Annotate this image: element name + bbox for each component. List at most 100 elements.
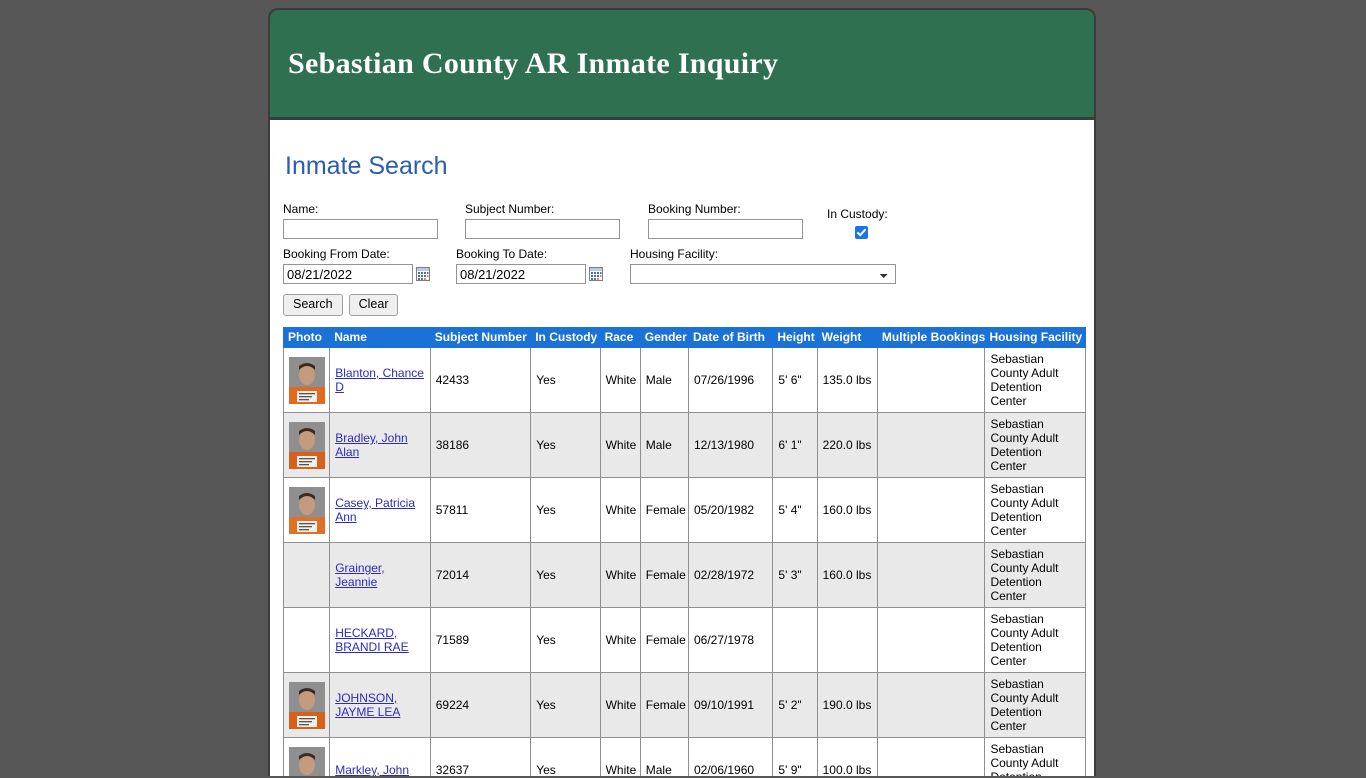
subject-number-field-block: Subject Number:	[465, 203, 620, 239]
inmate-name-link[interactable]: Grainger, Jeannie	[335, 561, 384, 589]
inmate-multiple-bookings-cell	[876, 542, 986, 608]
inmate-name-cell: JOHNSON, JAYME LEA	[329, 672, 431, 738]
inmate-in-custody-cell: Yes	[530, 542, 601, 608]
inmate-subject-number-cell: 71589	[429, 607, 532, 673]
column-header-weight[interactable]: Weight	[816, 327, 878, 348]
site-header: Sebastian County AR Inmate Inquiry	[268, 8, 1096, 120]
search-input-booking-to-date[interactable]	[456, 264, 586, 284]
search-field-row-1: Name: Subject Number: Booking Number: In…	[283, 203, 1094, 239]
inmate-housing-facility-cell: Sebastian County Adult Detention Center	[984, 347, 1086, 413]
inmate-subject-number-cell: 72014	[429, 542, 532, 608]
inmate-date-of-birth-cell: 02/06/1960	[687, 737, 774, 776]
column-header-name[interactable]: Name	[329, 327, 431, 348]
results-table-wrap: Photo Name Subject Number In Custody Rac…	[270, 316, 1094, 776]
search-input-booking-from-date[interactable]	[283, 264, 413, 284]
inmate-gender-cell: Male	[639, 412, 689, 478]
inmate-race-cell: White	[599, 607, 641, 673]
inmate-photo-cell[interactable]	[282, 477, 331, 543]
inmate-multiple-bookings-cell	[876, 412, 986, 478]
inmate-name-link[interactable]: JOHNSON, JAYME LEA	[335, 691, 400, 719]
column-header-photo[interactable]: Photo	[282, 327, 331, 348]
calendar-icon[interactable]	[589, 267, 603, 281]
inmate-weight-cell	[816, 607, 878, 673]
column-header-race[interactable]: Race	[599, 327, 641, 348]
search-input-name[interactable]	[283, 219, 438, 239]
search-button[interactable]: Search	[283, 294, 343, 316]
booking-to-date-label: Booking To Date:	[456, 247, 548, 261]
in-custody-checkbox[interactable]	[855, 226, 868, 239]
housing-facility-field-block: Housing Facility:	[630, 248, 896, 284]
inmate-gender-cell: Male	[639, 347, 689, 413]
booking-to-date-wrap	[456, 264, 603, 284]
column-header-gender[interactable]: Gender	[639, 327, 689, 348]
inmate-name-link[interactable]: Markley, John	[335, 763, 409, 776]
inmate-gender-cell: Male	[639, 737, 689, 776]
inmate-height-cell: 5' 9"	[772, 737, 818, 776]
table-row: Blanton, Chance D 42433 Yes White Male 07/26/…	[282, 347, 1086, 413]
inmate-multiple-bookings-cell	[876, 737, 986, 776]
inmate-gender-cell: Female	[639, 542, 689, 608]
inmate-name-cell: HECKARD, BRANDI RAE	[329, 607, 431, 673]
column-header-height[interactable]: Height	[772, 327, 818, 348]
inmate-height-cell: 5' 3"	[772, 542, 818, 608]
page-title: Sebastian County AR Inmate Inquiry	[288, 46, 779, 80]
inmate-photo-cell[interactable]	[282, 737, 331, 776]
inmate-name-cell: Bradley, John Alan	[329, 412, 431, 478]
in-custody-label: In Custody:	[827, 207, 888, 221]
column-header-housing-facility[interactable]: Housing Facility	[984, 327, 1086, 348]
inmate-height-cell	[772, 607, 818, 673]
table-row: JOHNSON, JAYME LEA 69224 Yes White Female 09/…	[282, 672, 1086, 738]
column-header-in-custody[interactable]: In Custody	[530, 327, 601, 348]
inmate-gender-cell: Female	[639, 672, 689, 738]
name-field-block: Name:	[283, 203, 438, 239]
inmate-height-cell: 6' 1"	[772, 412, 818, 478]
inmate-housing-facility-cell: Sebastian County Adult Detention Center	[984, 737, 1086, 776]
inmate-subject-number-cell: 32637	[429, 737, 532, 776]
inmate-multiple-bookings-cell	[876, 607, 986, 673]
inmate-subject-number-cell: 38186	[429, 412, 532, 478]
inmate-photo-cell[interactable]	[282, 672, 331, 738]
column-header-subject-number[interactable]: Subject Number	[429, 327, 532, 348]
table-row: Casey, Patricia Ann 57811 Yes White Female 05…	[282, 477, 1086, 543]
inmate-subject-number-cell: 69224	[429, 672, 532, 738]
inmate-name-link[interactable]: Casey, Patricia Ann	[335, 496, 415, 524]
inmate-date-of-birth-cell: 06/27/1978	[687, 607, 774, 673]
inmate-photo-cell[interactable]	[282, 412, 331, 478]
inmate-date-of-birth-cell: 09/10/1991	[687, 672, 774, 738]
inmate-housing-facility-cell: Sebastian County Adult Detention Center	[984, 477, 1086, 543]
results-table-body: Blanton, Chance D 42433 Yes White Male 07/26/…	[282, 347, 1086, 776]
search-field-row-2: Booking From Date: 08/21/2022 Booking To…	[283, 248, 1094, 284]
housing-facility-select[interactable]	[630, 264, 896, 284]
inmate-weight-cell: 190.0 lbs	[816, 672, 878, 738]
column-header-multiple-bookings[interactable]: Multiple Bookings	[876, 327, 986, 348]
section-heading: Inmate Search	[285, 152, 448, 180]
search-input-booking-number[interactable]	[648, 219, 803, 239]
search-input-subject-number[interactable]	[465, 219, 620, 239]
booking-to-date-field-block: Booking To Date:	[456, 248, 603, 284]
booking-number-field-block: Booking Number:	[648, 203, 803, 239]
inmate-weight-cell: 135.0 lbs	[816, 347, 878, 413]
booking-from-date-wrap	[283, 264, 430, 284]
inmate-multiple-bookings-cell	[876, 672, 986, 738]
column-header-date-of-birth[interactable]: Date of Birth	[687, 327, 774, 348]
inmate-subject-number-cell: 42433	[429, 347, 532, 413]
inmate-photo-cell[interactable]	[282, 347, 331, 413]
inmate-date-of-birth-cell: 02/28/1972	[687, 542, 774, 608]
inmate-name-link[interactable]: Blanton, Chance D	[335, 366, 424, 394]
inmate-in-custody-cell: Yes	[530, 672, 601, 738]
inmate-name-cell: Grainger, Jeannie	[329, 542, 431, 608]
table-row: Bradley, John Alan 38186 Yes White Male 12/13…	[282, 412, 1086, 478]
inmate-weight-cell: 160.0 lbs	[816, 477, 878, 543]
inmate-name-link[interactable]: Bradley, John Alan	[335, 431, 408, 459]
inmate-race-cell: White	[599, 412, 641, 478]
inmate-gender-cell: Female	[639, 477, 689, 543]
inmate-housing-facility-cell: Sebastian County Adult Detention Center	[984, 412, 1086, 478]
inmate-height-cell: 5' 2"	[772, 672, 818, 738]
inmate-weight-cell: 160.0 lbs	[816, 542, 878, 608]
inmate-name-link[interactable]: HECKARD, BRANDI RAE	[335, 626, 408, 654]
inmate-results-table: Photo Name Subject Number In Custody Rac…	[282, 327, 1086, 776]
calendar-icon[interactable]	[416, 267, 430, 281]
inmate-in-custody-cell: Yes	[530, 412, 601, 478]
page-shell: Sebastian County AR Inmate Inquiry Inmat…	[268, 8, 1096, 778]
clear-button[interactable]: Clear	[348, 294, 399, 316]
